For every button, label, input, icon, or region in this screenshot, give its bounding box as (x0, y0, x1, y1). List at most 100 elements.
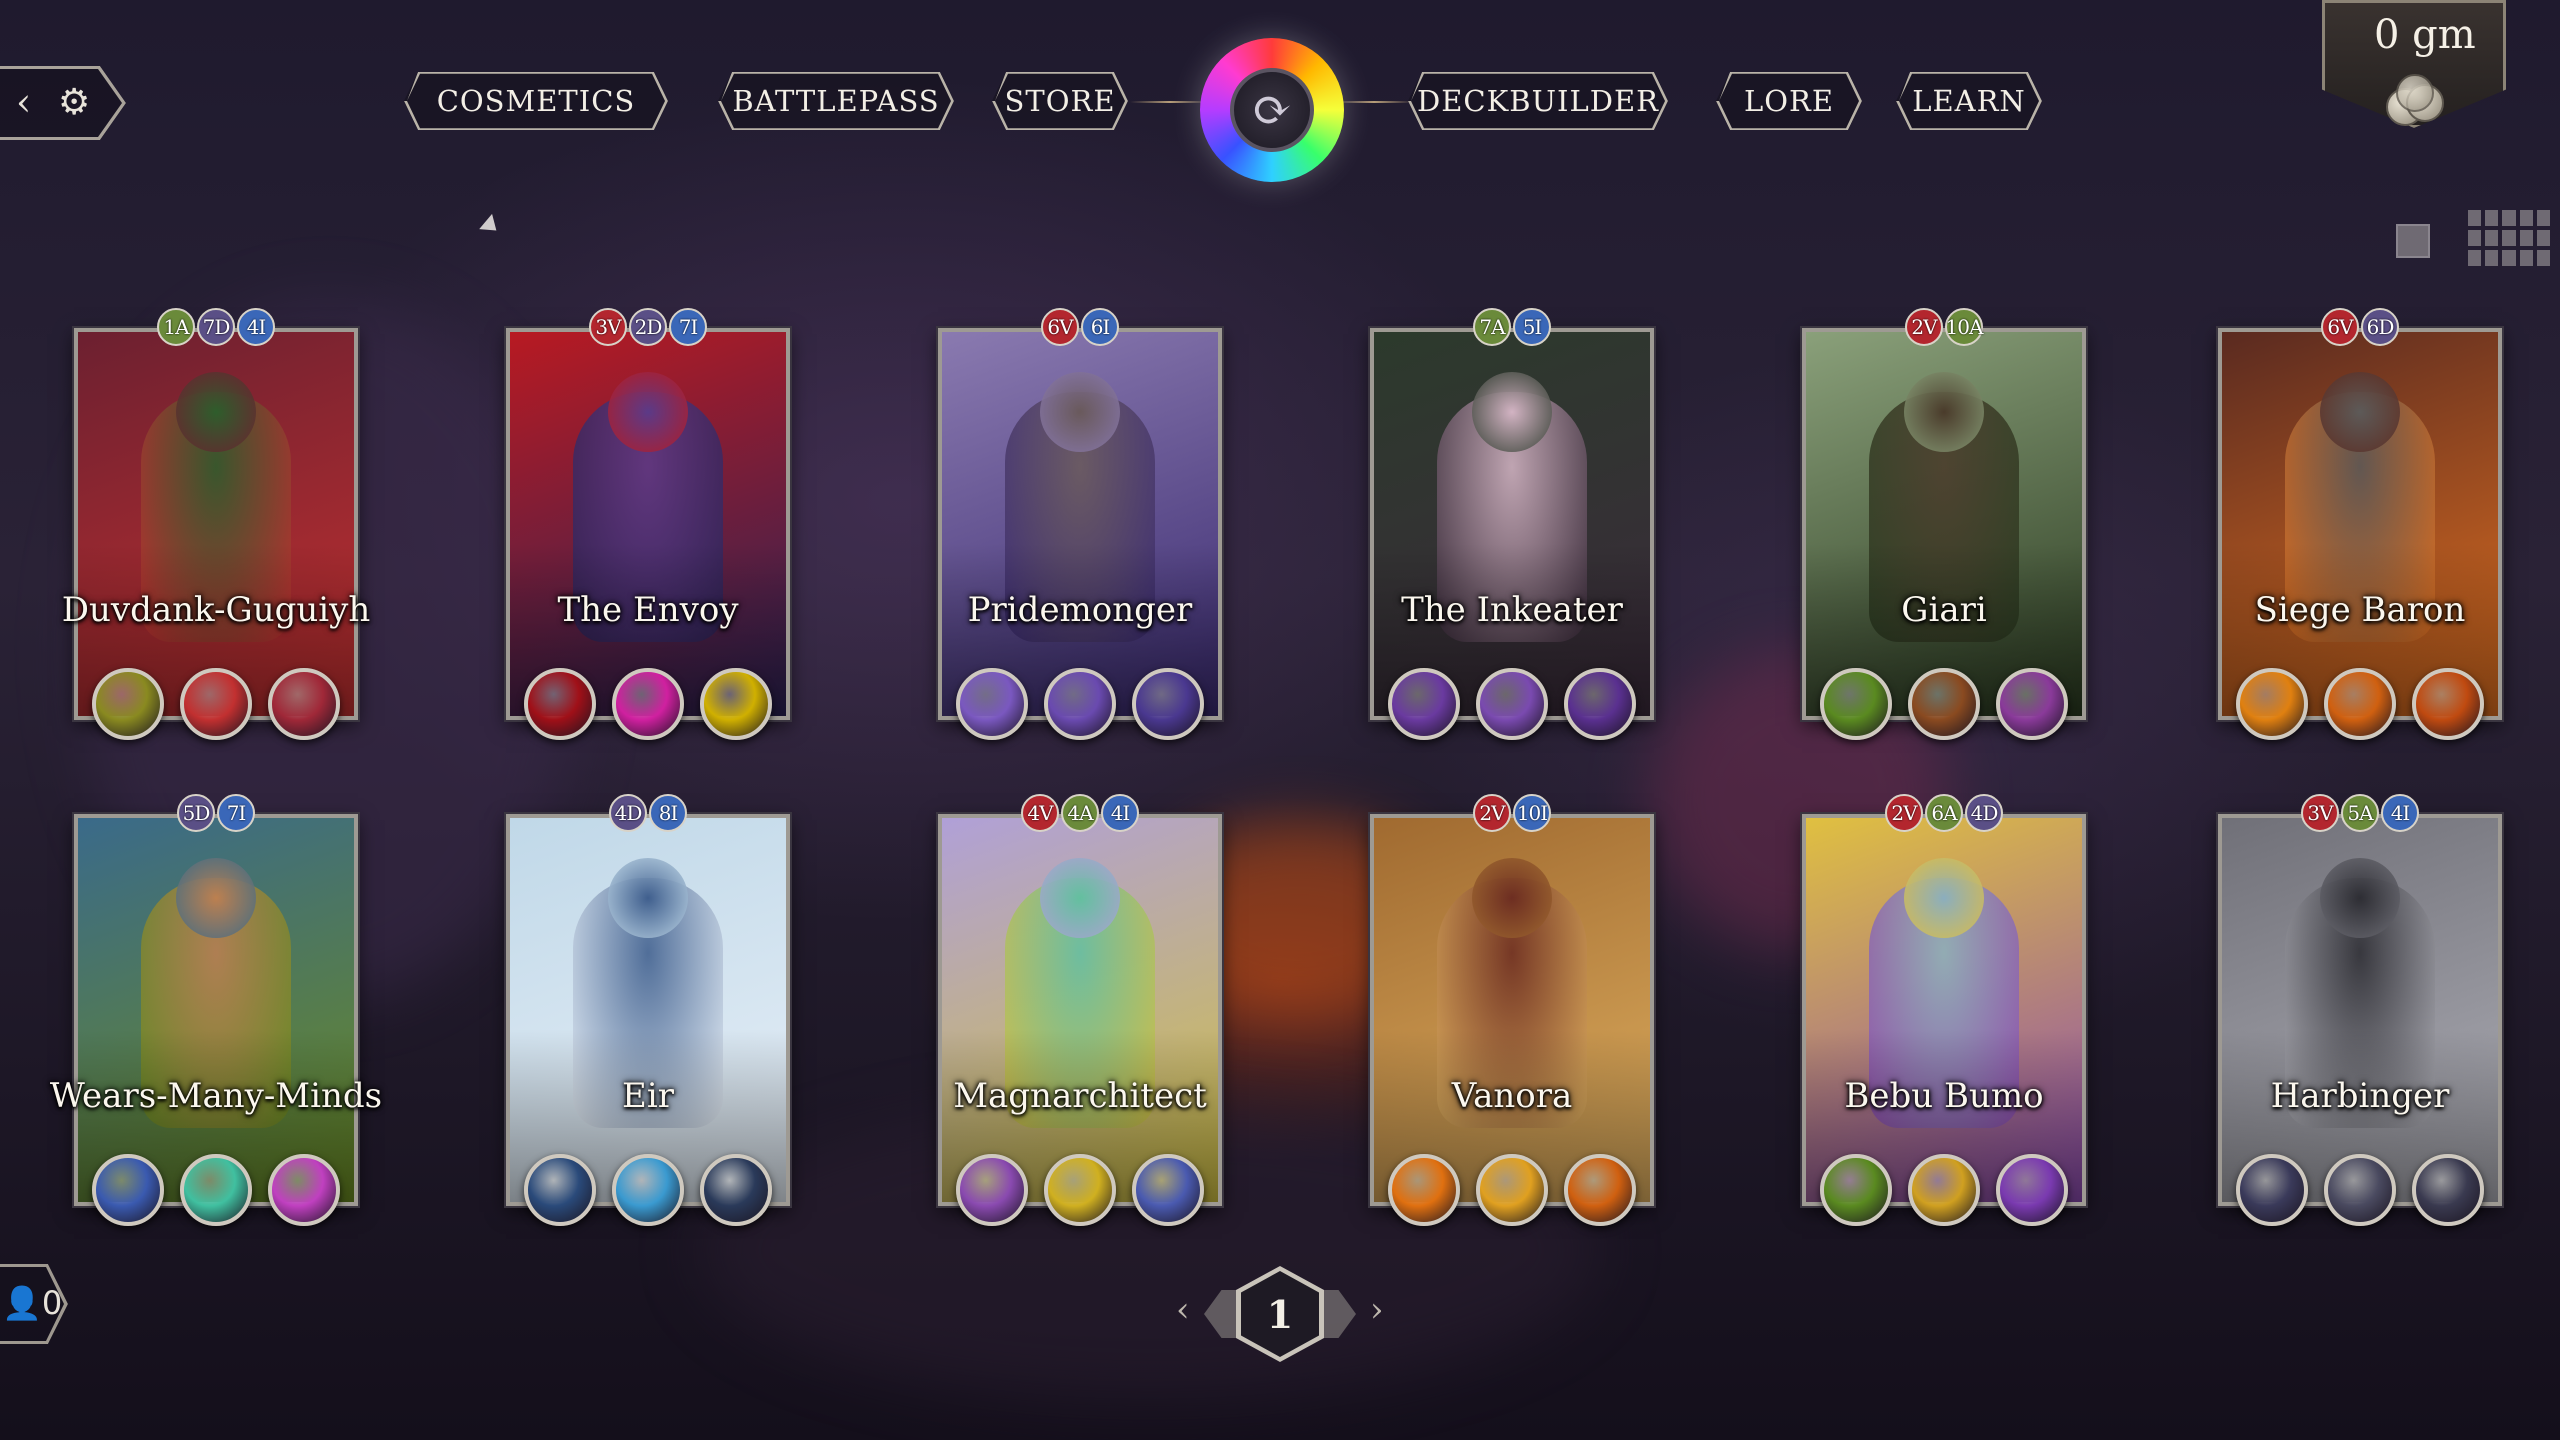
champion-art (2218, 814, 2502, 1206)
ability-icon[interactable] (180, 668, 252, 740)
prev-page-arrow[interactable]: ‹ (1176, 1290, 1190, 1330)
ability-icon[interactable] (2236, 668, 2308, 740)
ability-icon[interactable] (956, 668, 1028, 740)
ability-icon[interactable] (1564, 668, 1636, 740)
nav-learn-button[interactable]: LEARN (1896, 72, 2042, 130)
stat-badges: 1A 7D 4I (74, 308, 358, 346)
ability-icon[interactable] (1908, 668, 1980, 740)
stat-badge: 10A (1945, 308, 1983, 346)
ability-icon[interactable] (1476, 668, 1548, 740)
stat-badge: 10I (1513, 794, 1551, 832)
ability-icon[interactable] (1132, 1154, 1204, 1226)
ability-icon[interactable] (180, 1154, 252, 1226)
ability-icons (938, 1154, 1222, 1226)
ability-icon[interactable] (268, 668, 340, 740)
stat-badge: 1A (157, 308, 195, 346)
nav-cosmetics-button[interactable]: COSMETICS (404, 72, 668, 130)
ability-icon[interactable] (1132, 668, 1204, 740)
nav-lore-label: LORE (1743, 84, 1835, 118)
ability-icon[interactable] (268, 1154, 340, 1226)
champion-name: Duvdank-Guguiyh (61, 590, 371, 630)
ability-icons (74, 668, 358, 740)
champion-card[interactable]: 2V 6A 4D Bebu Bumo (1802, 794, 2086, 1226)
champion-art (938, 328, 1222, 720)
ability-icon[interactable] (1996, 668, 2068, 740)
ability-icons (2218, 1154, 2502, 1226)
ability-icon[interactable] (700, 1154, 772, 1226)
back-settings-button[interactable]: ‹ ⚙ (0, 66, 126, 140)
stat-badges: 5D 7I (74, 794, 358, 832)
stat-badges: 3V 2D 7I (506, 308, 790, 346)
champion-card[interactable]: 2V 10A Giari (1802, 308, 2086, 740)
champion-art (938, 814, 1222, 1206)
ability-icon[interactable] (524, 668, 596, 740)
champion-art (74, 328, 358, 720)
ability-icon[interactable] (1996, 1154, 2068, 1226)
ability-icon[interactable] (524, 1154, 596, 1226)
stat-badges: 2V 10A (1802, 308, 2086, 346)
ability-icon[interactable] (2236, 1154, 2308, 1226)
ability-icon[interactable] (92, 1154, 164, 1226)
ability-icon[interactable] (1388, 1154, 1460, 1226)
nav-deckbuilder-button[interactable]: DECKBUILDER (1408, 72, 1668, 130)
champion-art (2218, 328, 2502, 720)
stat-badge: 2V (1473, 794, 1511, 832)
stat-badges: 6V 6D (2218, 308, 2502, 346)
champion-card[interactable]: 2V 10I Vanora (1370, 794, 1654, 1226)
ability-icon[interactable] (612, 1154, 684, 1226)
nav-lore-button[interactable]: LORE (1716, 72, 1862, 130)
stat-badge: 4A (1061, 794, 1099, 832)
nav-battlepass-button[interactable]: BATTLEPASS (718, 72, 954, 130)
back-arrow-icon[interactable]: ‹ (16, 80, 31, 124)
grid-view-toggle[interactable] (2468, 210, 2550, 266)
ability-icon[interactable] (2324, 1154, 2396, 1226)
stat-badge: 7D (197, 308, 235, 346)
page-number: 1 (1241, 1271, 1319, 1357)
ability-icons (1370, 668, 1654, 740)
ability-icon[interactable] (700, 668, 772, 740)
ability-icon[interactable] (2324, 668, 2396, 740)
champion-card[interactable]: 1A 7D 4I Duvdank-Guguiyh (62, 308, 370, 740)
nav-store-button[interactable]: STORE (992, 72, 1128, 130)
champion-card[interactable]: 6V 6D Siege Baron (2218, 308, 2502, 740)
nav-battlepass-label: BATTLEPASS (732, 84, 940, 118)
ability-icon[interactable] (1820, 1154, 1892, 1226)
ability-icon[interactable] (1564, 1154, 1636, 1226)
coins-icon (2384, 72, 2444, 128)
stat-badge: 6V (2321, 308, 2359, 346)
ability-icon[interactable] (1820, 668, 1892, 740)
champion-card[interactable]: 7A 5I The Inkeater (1370, 308, 1654, 740)
stat-badge: 3V (2301, 794, 2339, 832)
gear-icon[interactable]: ⚙ (58, 82, 90, 123)
ability-icon[interactable] (2412, 668, 2484, 740)
ability-icon[interactable] (2412, 1154, 2484, 1226)
stat-badge: 3V (589, 308, 627, 346)
nav-cosmetics-label: COSMETICS (436, 84, 636, 118)
ability-icon[interactable] (1388, 668, 1460, 740)
friends-button[interactable]: 👤0 (0, 1264, 68, 1344)
champion-art (74, 814, 358, 1206)
nav-divider-left (1130, 101, 1210, 103)
ability-icon[interactable] (1044, 668, 1116, 740)
ability-icon[interactable] (956, 1154, 1028, 1226)
nav-deckbuilder-label: DECKBUILDER (1417, 84, 1659, 118)
stat-badge: 4I (1101, 794, 1139, 832)
ability-icon[interactable] (92, 668, 164, 740)
ability-icon[interactable] (1908, 1154, 1980, 1226)
stat-badge: 2V (1905, 308, 1943, 346)
champion-card[interactable]: 4V 4A 4I Magnarchitect (938, 794, 1222, 1226)
champion-card[interactable]: 5D 7I Wears-Many-Minds (50, 794, 382, 1226)
champion-name: Harbinger (2270, 1076, 2450, 1116)
champion-card[interactable]: 3V 5A 4I Harbinger (2218, 794, 2502, 1226)
ability-icon[interactable] (1044, 1154, 1116, 1226)
champion-card[interactable]: 3V 2D 7I The Envoy (506, 308, 790, 740)
champion-name: Pridemonger (967, 590, 1193, 630)
ability-icon[interactable] (1476, 1154, 1548, 1226)
next-page-arrow[interactable]: › (1370, 1290, 1384, 1330)
single-view-toggle[interactable] (2396, 224, 2430, 258)
champion-card[interactable]: 4D 8I Eir (506, 794, 790, 1226)
play-emblem-button[interactable]: ⟳ (1200, 38, 1344, 182)
ability-icon[interactable] (612, 668, 684, 740)
champion-card[interactable]: 6V 6I Pridemonger (938, 308, 1222, 740)
stat-badge: 4D (1965, 794, 2003, 832)
